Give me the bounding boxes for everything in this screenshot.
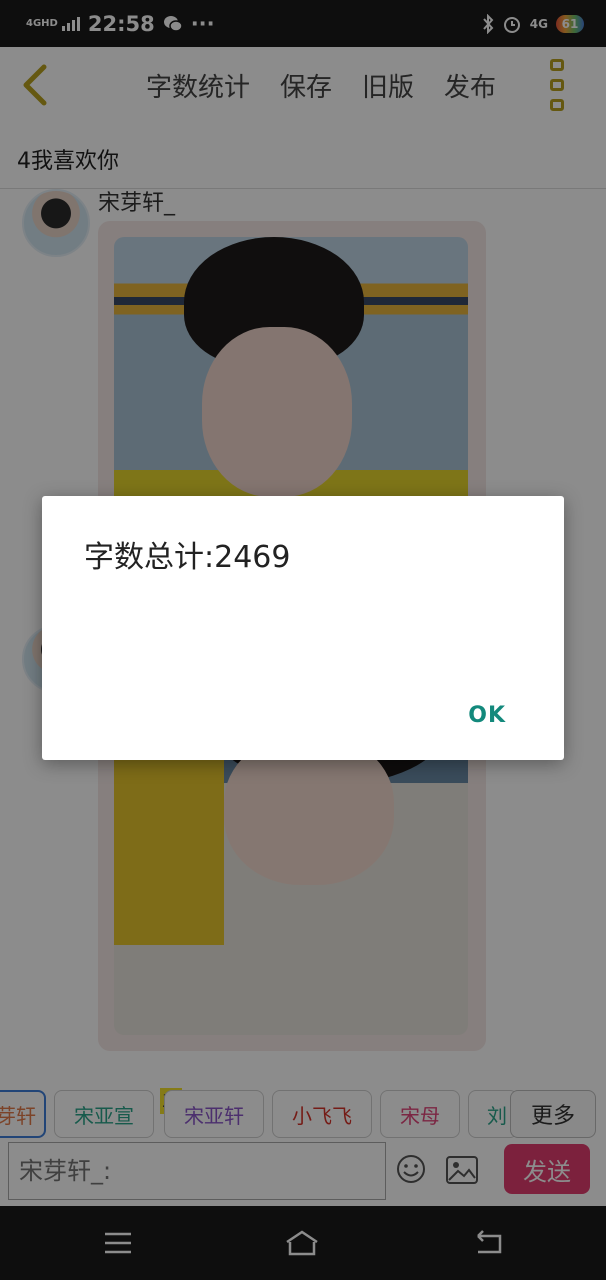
dialog-message: 字数总计:2469: [84, 540, 291, 575]
ok-button[interactable]: OK: [468, 703, 506, 728]
word-count-dialog: 字数总计:2469 OK: [42, 496, 564, 760]
